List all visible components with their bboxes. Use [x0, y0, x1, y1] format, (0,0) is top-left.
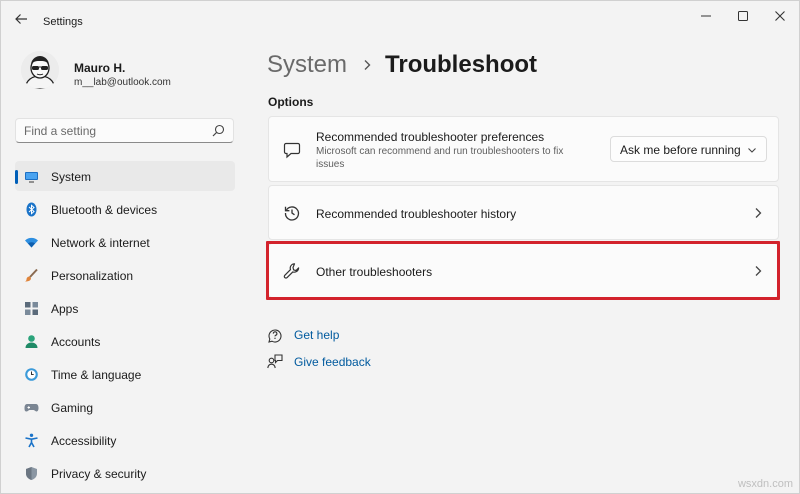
globe-clock-icon [25, 368, 38, 381]
back-arrow-icon [15, 14, 27, 24]
recommended-preferences-card: Recommended troubleshooter preferences M… [268, 116, 779, 182]
sidebar-item-gaming[interactable]: Gaming [15, 392, 235, 422]
sidebar-item-bluetooth[interactable]: Bluetooth & devices [15, 194, 235, 224]
title-bar: Settings [1, 1, 799, 35]
apps-icon [25, 302, 38, 315]
breadcrumb: System Troubleshoot [267, 50, 537, 80]
minimize-button[interactable] [691, 5, 721, 27]
bluetooth-icon [26, 202, 37, 217]
minimize-icon [701, 15, 711, 17]
user-name: Mauro H. [74, 61, 126, 75]
chat-bubble-icon [283, 142, 301, 159]
user-email: m__lab@outlook.com [74, 77, 171, 88]
sidebar-item-label: Bluetooth & devices [51, 203, 158, 217]
close-icon [775, 11, 785, 21]
feedback-icon [267, 354, 283, 369]
shield-icon [26, 467, 37, 480]
help-icon [268, 329, 282, 343]
sidebar-item-label: Apps [51, 302, 79, 316]
chevron-right-icon [364, 60, 371, 70]
sidebar-item-privacy-security[interactable]: Privacy & security [15, 458, 235, 488]
sidebar-item-time-language[interactable]: Time & language [15, 359, 235, 389]
user-avatar-icon [21, 51, 59, 89]
section-label-options: Options [268, 95, 314, 109]
brush-icon [25, 268, 38, 282]
get-help-link[interactable]: Get help [267, 326, 339, 344]
card-title: Recommended troubleshooter history [316, 207, 517, 221]
search-icon[interactable] [212, 124, 225, 137]
sidebar-item-accounts[interactable]: Accounts [15, 326, 235, 356]
sidebar-item-label: Gaming [51, 401, 94, 415]
chevron-down-icon [748, 148, 756, 153]
sidebar-item-label: Accessibility [51, 434, 117, 448]
sidebar-item-personalization[interactable]: Personalization [15, 260, 235, 290]
app-title: Settings [43, 16, 83, 28]
search-input[interactable] [24, 123, 204, 139]
history-icon [284, 206, 300, 221]
breadcrumb-parent-link[interactable]: System [267, 51, 347, 79]
maximize-icon [738, 11, 748, 21]
sidebar-item-label: Time & language [51, 368, 142, 382]
accessibility-icon [25, 433, 38, 448]
sidebar-item-accessibility[interactable]: Accessibility [15, 425, 235, 455]
person-icon [25, 335, 38, 348]
selection-indicator [15, 170, 18, 184]
sidebar-item-label: System [51, 170, 92, 184]
avatar[interactable] [21, 51, 59, 89]
sidebar-item-label: Network & internet [51, 236, 150, 250]
sidebar-item-network[interactable]: Network & internet [15, 227, 235, 257]
search-box[interactable] [15, 118, 234, 143]
card-description: Microsoft can recommend and run troubles… [316, 146, 564, 170]
card-title: Recommended troubleshooter preferences [316, 130, 545, 144]
get-help-label: Get help [294, 328, 340, 342]
page-title: Troubleshoot [385, 51, 538, 78]
sidebar-item-label: Privacy & security [51, 467, 147, 481]
sidebar-item-system[interactable]: System [15, 161, 235, 191]
troubleshooter-preference-dropdown[interactable]: Ask me before running [610, 136, 767, 162]
troubleshooter-history-card[interactable]: Recommended troubleshooter history [268, 185, 779, 240]
settings-window: Settings Mauro H. m__lab@outlook.com Fin… [0, 0, 800, 494]
give-feedback-label: Give feedback [294, 355, 371, 369]
give-feedback-link[interactable]: Give feedback [267, 353, 371, 371]
highlight-box [266, 241, 780, 300]
monitor-icon [25, 172, 38, 183]
maximize-button[interactable] [728, 5, 758, 27]
sidebar-item-label: Accounts [51, 335, 101, 349]
sidebar-item-label: Personalization [51, 269, 134, 283]
close-button[interactable] [765, 5, 795, 27]
sidebar-item-apps[interactable]: Apps [15, 293, 235, 323]
gamepad-icon [24, 404, 39, 412]
wifi-icon [25, 237, 38, 248]
back-button[interactable] [11, 10, 31, 28]
chevron-right-icon [755, 208, 762, 218]
watermark: wsxdn.com [737, 478, 793, 490]
dropdown-selected-value: Ask me before running [620, 143, 741, 157]
